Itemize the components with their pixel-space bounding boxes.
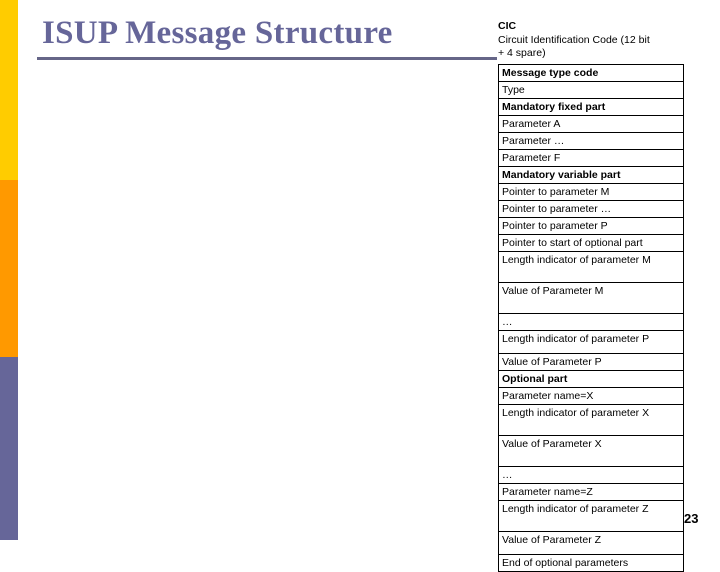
table-row: … [498, 465, 684, 484]
table-row: Pointer to parameter M [498, 182, 684, 201]
structure-field-cell: Parameter A [498, 114, 684, 133]
table-row: End of optional parameters [498, 553, 684, 572]
structure-field-cell: Pointer to parameter P [498, 216, 684, 235]
table-row: Mandatory variable part [498, 165, 684, 184]
structure-field-cell: Length indicator of parameter X [498, 403, 684, 436]
structure-field-cell: Parameter … [498, 131, 684, 150]
structure-field-cell: Length indicator of parameter M [498, 250, 684, 283]
structure-field-cell: Pointer to start of optional part [498, 233, 684, 252]
table-row: Length indicator of parameter X [498, 403, 684, 436]
color-band-orange [0, 180, 18, 357]
table-row: Parameter name=Z [498, 482, 684, 501]
structure-field-cell: Length indicator of parameter P [498, 329, 684, 354]
table-row: Value of Parameter P [498, 352, 684, 371]
structure-field-cell: Value of Parameter X [498, 434, 684, 467]
structure-field-cell: Value of Parameter Z [498, 530, 684, 555]
table-row: Parameter A [498, 114, 684, 133]
table-row: Optional part [498, 369, 684, 388]
structure-table-body: Message type code Type Mandatory fixed par… [498, 63, 684, 572]
structure-field-cell: Message type code [498, 63, 684, 82]
cic-description-line-2: + 4 spare) [498, 47, 546, 59]
cic-heading: CIC [498, 20, 517, 32]
structure-field-cell: End of optional parameters [498, 553, 684, 572]
structure-field-cell: Value of Parameter P [498, 352, 684, 371]
table-row: Parameter … [498, 131, 684, 150]
page-number: 23 [684, 511, 699, 526]
structure-field-cell: Optional part [498, 369, 684, 388]
table-row: Value of Parameter M [498, 281, 684, 314]
structure-field-cell: Pointer to parameter … [498, 199, 684, 218]
table-row: Type [498, 80, 684, 99]
structure-field-cell: Mandatory variable part [498, 165, 684, 184]
structure-field-cell: Parameter name=Z [498, 482, 684, 501]
page-title: ISUP Message Structure [42, 15, 393, 51]
isup-structure-panel: CIC Circuit Identification Code (12 bit … [498, 20, 685, 572]
table-row: … [498, 312, 684, 331]
structure-field-cell: Parameter name=X [498, 386, 684, 405]
table-row: Mandatory fixed part [498, 97, 684, 116]
table-row: Parameter F [498, 148, 684, 167]
title-block: ISUP Message Structure [37, 14, 498, 60]
table-row: Message type code [498, 63, 684, 82]
table-row: Pointer to parameter P [498, 216, 684, 235]
color-band-purple [0, 357, 18, 540]
color-band-yellow [0, 0, 18, 180]
table-row: Length indicator of parameter M [498, 250, 684, 283]
table-row: Value of Parameter X [498, 434, 684, 467]
sidebar-color-bands [0, 0, 18, 540]
table-row: Value of Parameter Z [498, 530, 684, 555]
table-row: Pointer to start of optional part [498, 233, 684, 252]
structure-field-cell: Pointer to parameter M [498, 182, 684, 201]
table-row: Length indicator of parameter P [498, 329, 684, 354]
structure-field-cell: … [498, 312, 684, 331]
table-row: Pointer to parameter … [498, 199, 684, 218]
table-row: Length indicator of parameter Z [498, 499, 684, 532]
table-row: Parameter name=X [498, 386, 684, 405]
structure-field-cell: … [498, 465, 684, 484]
cic-description-line-1: Circuit Identification Code (12 bit [498, 33, 650, 46]
structure-field-cell: Parameter F [498, 148, 684, 167]
structure-field-cell: Length indicator of parameter Z [498, 499, 684, 532]
title-underline-rule [37, 57, 497, 60]
isup-message-structure-table: Message type code Type Mandatory fixed par… [498, 63, 684, 572]
structure-field-cell: Type [498, 80, 684, 99]
structure-field-cell: Mandatory fixed part [498, 97, 684, 116]
structure-field-cell: Value of Parameter M [498, 281, 684, 314]
